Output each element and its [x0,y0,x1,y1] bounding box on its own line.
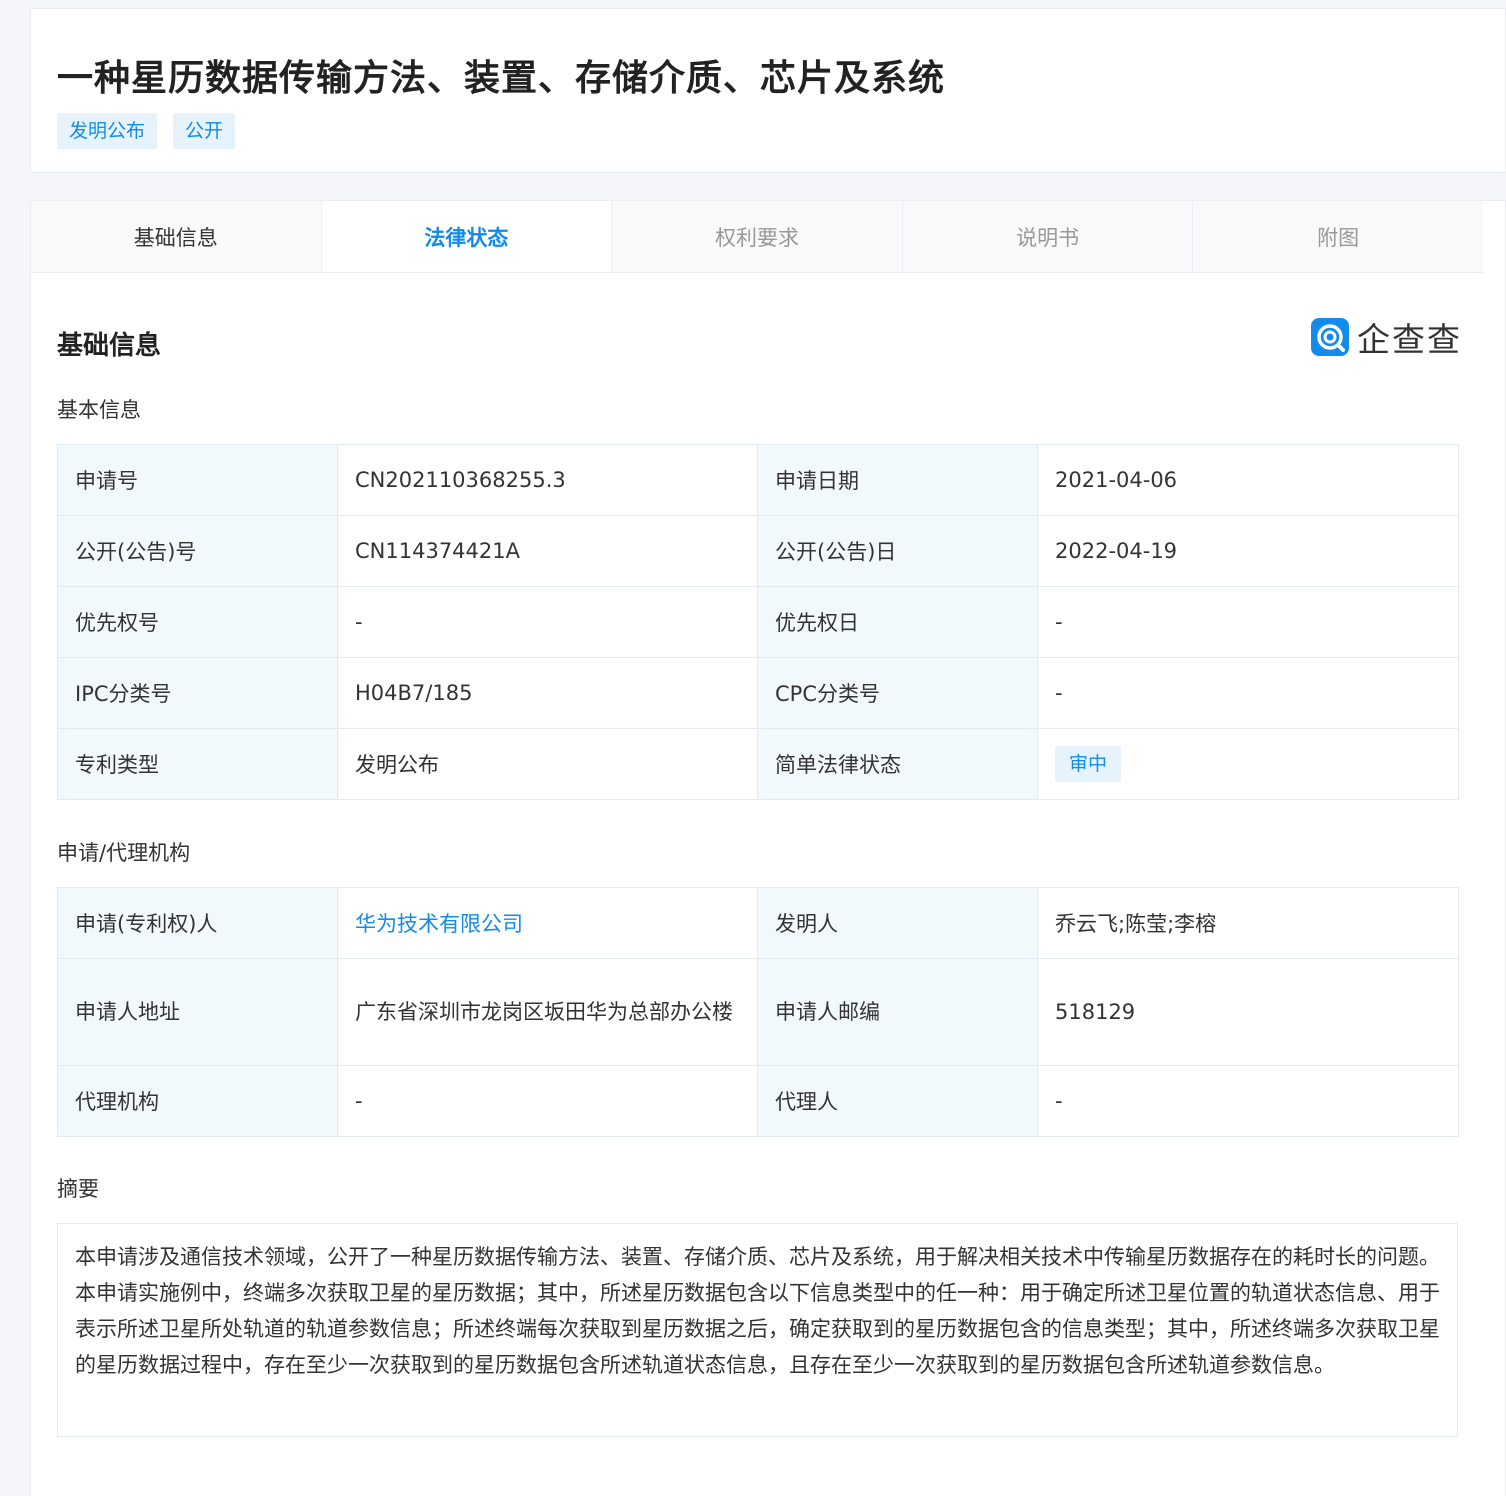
value-publication-no: CN114374421A [337,515,758,587]
tab-basic-info[interactable]: 基础信息 [31,201,322,272]
label-postal-code: 申请人邮编 [757,958,1038,1066]
tab-bar: 基础信息 法律状态 权利要求 说明书 附图 [31,201,1483,273]
label-priority-date: 优先权日 [757,586,1038,658]
tab-legal-status[interactable]: 法律状态 [321,201,613,272]
label-ipc: IPC分类号 [57,657,338,729]
value-patent-type: 发明公布 [337,728,758,800]
label-agency: 代理机构 [57,1065,338,1137]
table-row: IPC分类号 H04B7/185 CPC分类号 - [57,657,1459,729]
applicant-info-heading: 申请/代理机构 [57,841,191,865]
label-agent: 代理人 [757,1065,1038,1137]
label-cpc: CPC分类号 [757,657,1038,729]
value-applicant: 华为技术有限公司 [337,887,758,959]
label-inventor: 发明人 [757,887,1038,959]
table-row: 优先权号 - 优先权日 - [57,586,1459,658]
label-applicant-address: 申请人地址 [57,958,338,1066]
abstract-heading: 摘要 [57,1177,99,1201]
label-publication-date: 公开(公告)日 [757,515,1038,587]
patent-tags: 发明公布 公开 [57,113,236,149]
value-priority-date: - [1037,586,1459,658]
table-row: 代理机构 - 代理人 - [57,1065,1459,1137]
label-application-no: 申请号 [57,444,338,516]
value-application-no: CN202110368255.3 [337,444,758,516]
qichacha-logo-text: 企查查 [1357,320,1462,359]
value-agency: - [337,1065,758,1137]
abstract-text: 本申请涉及通信技术领域，公开了一种星历数据传输方法、装置、存储介质、芯片及系统，… [57,1223,1458,1437]
status-badge: 审中 [1055,746,1122,782]
label-priority-no: 优先权号 [57,586,338,658]
tab-description[interactable]: 说明书 [902,201,1194,272]
page-title: 一种星历数据传输方法、装置、存储介质、芯片及系统 [57,58,946,99]
qichacha-logo: 企查查 [1311,317,1462,359]
label-application-date: 申请日期 [757,444,1038,516]
table-row: 专利类型 发明公布 简单法律状态 审中 [57,728,1459,800]
label-legal-status: 简单法律状态 [757,728,1038,800]
value-legal-status: 审中 [1037,728,1459,800]
qichacha-logo-icon [1311,318,1349,356]
section-title: 基础信息 [57,331,162,361]
value-agent: - [1037,1065,1459,1137]
label-applicant: 申请(专利权)人 [57,887,338,959]
main-card: 基础信息 法律状态 权利要求 说明书 附图 基础信息 企查查 基本信息 申请号 … [30,200,1506,1496]
label-publication-no: 公开(公告)号 [57,515,338,587]
label-patent-type: 专利类型 [57,728,338,800]
tab-claims[interactable]: 权利要求 [612,201,903,272]
applicant-link[interactable]: 华为技术有限公司 [355,912,523,936]
tab-figures[interactable]: 附图 [1193,201,1483,272]
value-priority-no: - [337,586,758,658]
table-row: 申请号 CN202110368255.3 申请日期 2021-04-06 [57,444,1459,516]
value-ipc: H04B7/185 [337,657,758,729]
table-row: 公开(公告)号 CN114374421A 公开(公告)日 2022-04-19 [57,515,1459,587]
table-row: 申请(专利权)人 华为技术有限公司 发明人 乔云飞;陈莹;李榕 [57,887,1459,959]
tag-type: 发明公布 [57,113,158,149]
value-application-date: 2021-04-06 [1037,444,1459,516]
value-postal-code: 518129 [1037,958,1459,1066]
value-publication-date: 2022-04-19 [1037,515,1459,587]
basic-info-table: 申请号 CN202110368255.3 申请日期 2021-04-06 公开(… [57,444,1459,800]
basic-info-heading: 基本信息 [57,398,141,422]
value-cpc: - [1037,657,1459,729]
tag-status: 公开 [173,113,236,149]
value-inventor: 乔云飞;陈莹;李榕 [1037,887,1459,959]
table-row: 申请人地址 广东省深圳市龙岗区坂田华为总部办公楼 申请人邮编 518129 [57,958,1459,1066]
patent-header-card: 一种星历数据传输方法、装置、存储介质、芯片及系统 发明公布 公开 [30,8,1506,173]
value-applicant-address: 广东省深圳市龙岗区坂田华为总部办公楼 [337,958,758,1066]
applicant-info-table: 申请(专利权)人 华为技术有限公司 发明人 乔云飞;陈莹;李榕 申请人地址 广东… [57,887,1459,1137]
